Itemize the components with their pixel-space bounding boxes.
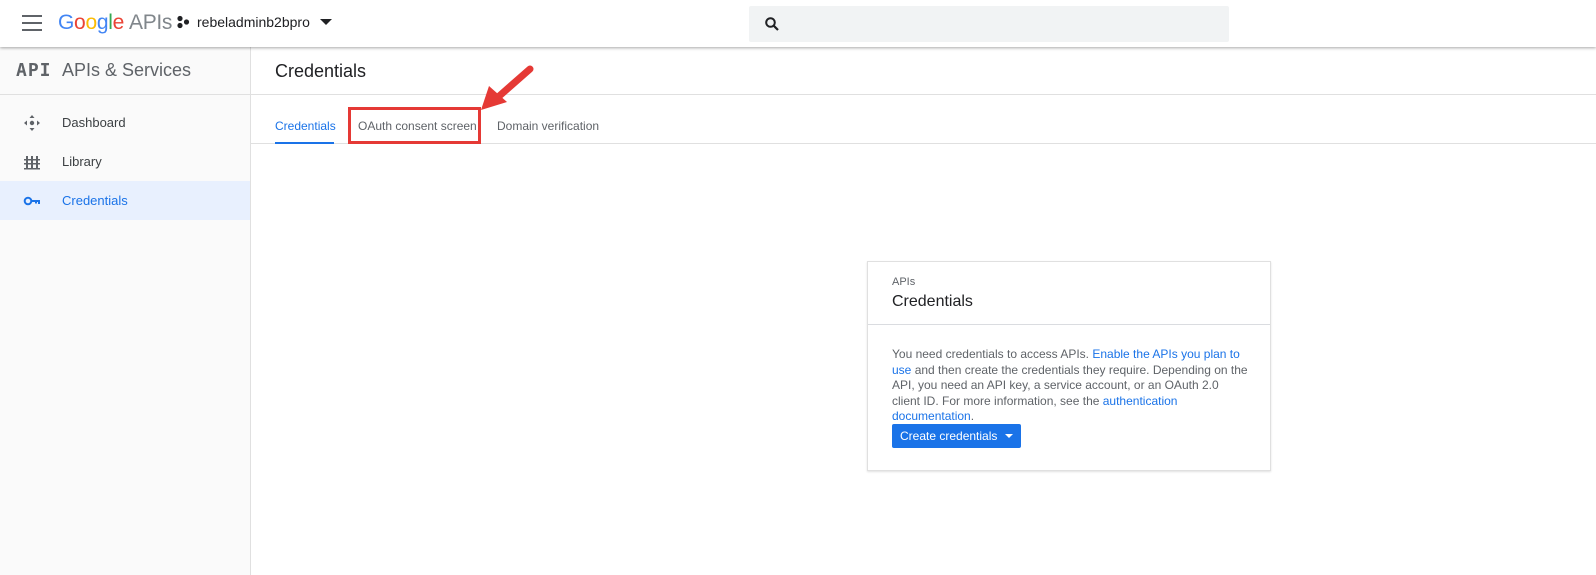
description-text: . [970,409,975,423]
dashboard-icon [24,115,40,131]
sidebar-item-label: Dashboard [62,115,126,130]
search-input[interactable] [749,6,1229,42]
library-icon [24,156,40,170]
sidebar-header: API APIs & Services [0,47,250,95]
main-content: Credentials Credentials OAuth consent sc… [251,47,1596,575]
menu-icon[interactable] [22,15,42,31]
search-icon [765,17,779,31]
red-arrow-annotation [481,65,534,110]
api-logo: API [16,60,52,81]
card-description: You need credentials to access APIs. Ena… [892,347,1248,425]
description-text: and then create the credentials they req… [892,362,1248,408]
page-header: Credentials [251,47,1596,95]
tab-bar: Credentials OAuth consent screen Domain … [251,96,1596,144]
active-tab-indicator [275,142,334,144]
logo-apis-text: APIs [128,11,173,34]
key-icon [23,196,40,206]
sidebar-title: APIs & Services [62,60,192,80]
google-apis-logo[interactable]: Google APIs [58,11,172,35]
top-app-bar: Google APIs rebeladminb2bpro [0,0,1596,47]
logo-letter: o [85,11,97,34]
highlight-box-annotation [348,107,481,144]
page-title: Credentials [275,61,367,81]
sidebar-item-library[interactable]: Library [0,142,250,181]
card-title: Credentials [892,293,973,310]
sidebar-item-credentials[interactable]: Credentials [0,181,250,220]
logo-letter: g [96,11,109,34]
card-header: APIs Credentials [868,262,1270,325]
logo-letter: e [112,11,125,34]
logo-letter: o [74,11,86,34]
create-credentials-label: Create credentials [900,429,998,443]
chevron-down-icon [1005,434,1014,438]
tab-credentials[interactable]: Credentials [275,119,336,133]
sidebar-item-dashboard[interactable]: Dashboard [0,103,250,142]
project-name: rebeladminb2bpro [197,14,310,30]
card-kicker: APIs [892,276,916,288]
credentials-card: APIs Credentials You need credentials to… [867,261,1271,471]
project-selector[interactable]: rebeladminb2bpro [176,14,332,30]
sidebar-item-label: Credentials [62,193,128,208]
project-icon [177,15,190,29]
logo-letter: G [58,11,75,34]
create-credentials-button[interactable]: Create credentials [892,424,1022,448]
sidebar-item-label: Library [62,154,102,169]
chevron-down-icon [319,19,332,25]
sidebar: API APIs & Services Dashboard Library Cr… [0,47,251,575]
description-text: You need credentials to access APIs. [892,347,1093,361]
